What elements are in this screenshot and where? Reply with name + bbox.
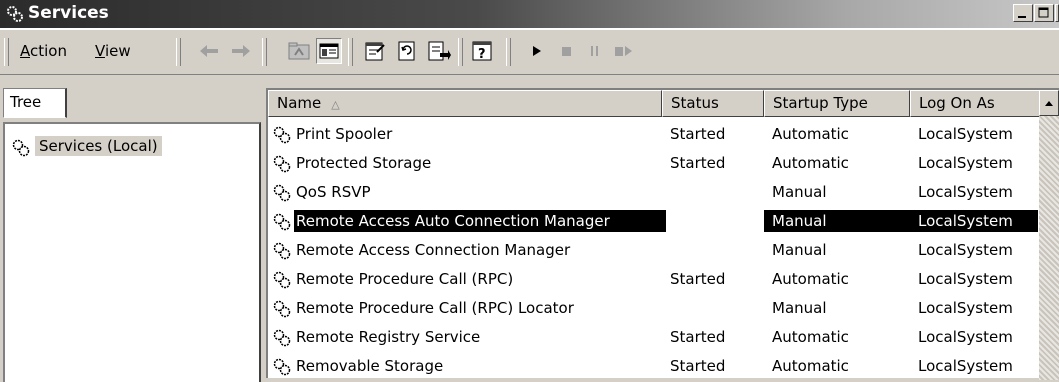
cell-name: QoS RSVP [296,183,371,201]
maximize-button[interactable] [1034,4,1054,22]
cell-startup-type: Manual [772,299,827,317]
cell-name: Protected Storage [296,154,432,172]
cell-log-on-as: LocalSystem [918,241,1013,259]
service-gear-icon [272,270,292,290]
menu-view[interactable]: View [95,42,131,60]
cell-startup-type: Manual [772,241,827,259]
cell-startup-type: Manual [772,212,827,230]
table-row[interactable]: Remote Access Connection Manager Manual Lo… [268,238,1038,264]
show-hide-tree-icon[interactable] [316,38,342,64]
cell-startup-type: Automatic [772,357,849,375]
toolbar-separator [458,38,463,66]
minimize-icon [1018,16,1026,18]
refresh-icon[interactable] [394,38,420,64]
toolbar-grip[interactable] [176,38,181,66]
cell-name: Remote Registry Service [296,328,481,346]
service-gear-icon [272,328,292,348]
maximize-icon [1038,7,1049,18]
cell-startup-type: Automatic [772,154,849,172]
pause-service-icon[interactable] [582,38,608,64]
table-row[interactable]: Protected Storage Started Automatic LocalSy… [268,151,1038,177]
table-row[interactable]: Remote Procedure Call (RPC) Started Automa… [268,267,1038,293]
sort-ascending-icon: △ [331,98,340,111]
tab-tree[interactable]: Tree [3,88,67,118]
table-row[interactable]: Removable Storage Started Automatic LocalSy… [268,354,1038,378]
table-row[interactable]: Remote Registry Service Started Automatic L… [268,325,1038,351]
toolbar-separator [262,38,267,66]
toolbar-separator [506,38,511,66]
export-list-icon[interactable] [426,38,452,64]
cell-log-on-as: LocalSystem [918,125,1013,143]
cell-name: Remote Access Connection Manager [296,241,571,259]
up-folder-icon[interactable] [286,38,312,64]
forward-arrow-icon[interactable] [228,38,254,64]
title-bar[interactable]: Services [0,0,1059,29]
restart-service-icon[interactable] [610,38,636,64]
toolbar-grip[interactable] [4,38,9,66]
cell-log-on-as: LocalSystem [918,154,1013,172]
help-icon[interactable]: ? [470,38,496,64]
tree-item-label: Services (Local) [35,136,162,156]
column-header-status[interactable]: Status [662,90,764,117]
table-row[interactable]: Print Spooler Started Automatic LocalSystem [268,122,1038,148]
cell-startup-type: Automatic [772,328,849,346]
toolbar: Action View ? [0,29,1059,75]
table-row[interactable]: QoS RSVP Manual LocalSystem [268,180,1038,206]
cell-status: Started [670,357,726,375]
table-row[interactable]: Remote Access Auto Connection Manager Man… [268,209,1038,235]
toolbar-separator [348,38,353,66]
service-gear-icon [272,183,292,203]
service-gear-icon [272,357,292,377]
cell-startup-type: Automatic [772,125,849,143]
svg-text:?: ? [478,47,486,62]
cell-name: Remote Procedure Call (RPC) Locator [296,299,574,317]
window-title: Services [28,3,109,23]
cell-status: Started [670,125,726,143]
services-list: Name △ Status Startup Type Log On As Prin… [266,88,1059,378]
cell-status: Started [670,328,726,346]
service-gear-icon [272,125,292,145]
gear-icon [12,139,30,157]
service-gear-icon [272,212,292,232]
service-gear-icon [272,299,292,319]
stop-service-icon[interactable] [554,38,580,64]
cell-status: Started [670,154,726,172]
table-row[interactable]: Remote Procedure Call (RPC) Locator Manua… [268,296,1038,322]
column-header-startup-type[interactable]: Startup Type [764,90,910,117]
cell-startup-type: Automatic [772,270,849,288]
cell-log-on-as: LocalSystem [918,299,1013,317]
scroll-up-button[interactable] [1039,90,1059,116]
service-gear-icon [272,241,292,261]
start-service-icon[interactable] [524,38,550,64]
services-gear-icon [6,5,24,23]
cell-name: Removable Storage [296,357,444,375]
triangle-up-icon [1045,101,1053,106]
cell-log-on-as: LocalSystem [918,270,1013,288]
minimize-button[interactable] [1013,4,1033,22]
cell-log-on-as: LocalSystem [918,212,1013,230]
menu-action[interactable]: Action [20,42,67,60]
column-header-name[interactable]: Name △ [268,90,662,117]
service-gear-icon [272,154,292,174]
cell-name: Remote Access Auto Connection Manager [296,212,610,230]
cell-log-on-as: LocalSystem [918,357,1013,375]
cell-name: Print Spooler [296,125,393,143]
cell-log-on-as: LocalSystem [918,183,1013,201]
cell-status: Started [670,270,726,288]
cell-startup-type: Manual [772,183,827,201]
tree-pane: Services (Local) [3,122,261,382]
properties-icon[interactable] [362,38,388,64]
close-button[interactable] [1055,4,1059,22]
column-header-log-on-as[interactable]: Log On As [910,90,1040,117]
back-arrow-icon[interactable] [196,38,222,64]
cell-name: Remote Procedure Call (RPC) [296,270,514,288]
vertical-scrollbar[interactable] [1039,90,1059,380]
cell-log-on-as: LocalSystem [918,328,1013,346]
